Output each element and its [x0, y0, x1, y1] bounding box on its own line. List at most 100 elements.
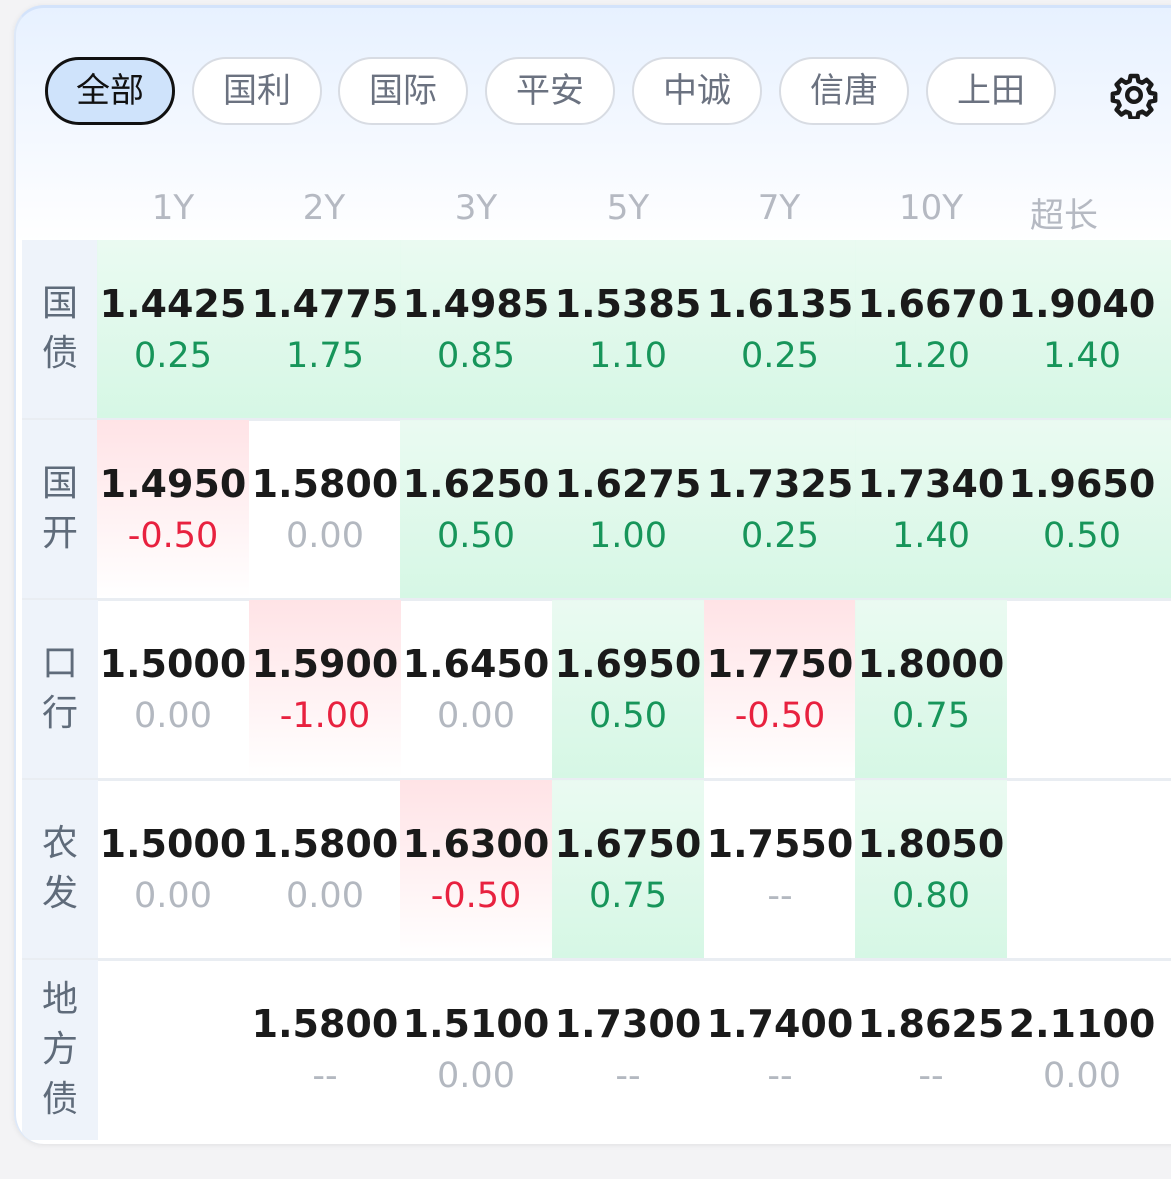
row-label: 国债 — [22, 240, 98, 418]
yield-cell[interactable]: 1.5800 0.00 — [249, 420, 401, 598]
yield-cell[interactable]: 1.7340 1.40 — [855, 420, 1007, 598]
yield-value: 1.5100 — [402, 1002, 550, 1046]
col-header-5Y: 5Y — [606, 188, 650, 228]
change-value: -0.50 — [127, 516, 219, 556]
row-label-char: 地 — [41, 979, 78, 1020]
change-value: 0.75 — [892, 696, 970, 736]
row-label-char: 开 — [41, 513, 78, 554]
yield-cell[interactable]: 1.8625 -- — [855, 960, 1007, 1138]
yield-cell[interactable]: 1.8050 0.80 — [855, 780, 1007, 958]
tab-6[interactable]: 上田 — [926, 57, 1056, 125]
change-value: 0.75 — [589, 876, 667, 916]
change-value: -- — [312, 1056, 338, 1096]
yield-value: 1.9650 — [1008, 462, 1156, 506]
yield-value: 1.4425 — [99, 282, 247, 326]
yield-cell[interactable]: 1.8000 0.75 — [855, 600, 1007, 778]
yield-cell[interactable]: 1.7325 0.25 — [704, 420, 856, 598]
yield-value: 1.6275 — [554, 462, 702, 506]
yield-cell[interactable]: 1.6950 0.50 — [552, 600, 704, 778]
yield-value: 1.5800 — [251, 1002, 399, 1046]
yield-cell[interactable]: 1.5000 0.00 — [97, 600, 249, 778]
bond-yield-card: 全部 国利 国际 平安 中诚 信唐 上田 1Y 2Y 3Y 5Y 7Y 10Y 超长 国债 1.4425 0… — [14, 5, 1171, 1144]
yield-value: 1.6750 — [554, 822, 702, 866]
yield-value: 1.7750 — [706, 642, 854, 686]
yield-cell[interactable]: 1.5385 1.10 — [552, 240, 704, 418]
tab-3[interactable]: 平安 — [485, 57, 615, 125]
row-label: 国开 — [22, 420, 98, 598]
yield-value: 1.7300 — [554, 1002, 702, 1046]
yield-cell[interactable]: 1.6450 0.00 — [400, 600, 552, 778]
tab-2[interactable]: 国际 — [338, 57, 468, 125]
change-value: 0.00 — [134, 876, 212, 916]
yield-cell[interactable]: 1.5100 0.00 — [400, 960, 552, 1138]
yield-value: 1.6135 — [706, 282, 854, 326]
yield-value: 1.5900 — [251, 642, 399, 686]
row-label-char: 国 — [41, 463, 78, 504]
yield-cell[interactable]: 1.9650 0.50 — [1007, 420, 1171, 598]
yield-cell[interactable]: 1.6135 0.25 — [704, 240, 856, 418]
change-value: -- — [918, 1056, 944, 1096]
yield-cell[interactable]: 1.7750 -0.50 — [704, 600, 856, 778]
yield-cell[interactable]: 1.4425 0.25 — [97, 240, 249, 418]
change-value: -0.50 — [430, 876, 522, 916]
yield-value: 1.6670 — [857, 282, 1005, 326]
yield-value: 1.8625 — [857, 1002, 1005, 1046]
change-value: 1.10 — [589, 336, 667, 376]
yield-value: 2.1100 — [1008, 1002, 1156, 1046]
yield-cell[interactable]: 1.6670 1.20 — [855, 240, 1007, 418]
yield-cell[interactable]: 1.7550 -- — [704, 780, 856, 958]
yield-cell[interactable]: 1.4775 1.75 — [249, 240, 401, 418]
row-label: 农发 — [22, 780, 98, 958]
change-value: 1.75 — [286, 336, 364, 376]
change-value: -1.00 — [279, 696, 371, 736]
yield-value: 1.4950 — [99, 462, 247, 506]
yield-cell — [1007, 780, 1171, 958]
tab-5[interactable]: 信唐 — [779, 57, 909, 125]
yield-value: 1.7550 — [706, 822, 854, 866]
change-value: 1.40 — [1043, 336, 1121, 376]
change-value: 0.00 — [1043, 1056, 1121, 1096]
tab-1[interactable]: 国利 — [192, 57, 322, 125]
row-label: 口行 — [22, 600, 98, 778]
change-value: 0.80 — [892, 876, 970, 916]
col-header-1Y: 1Y — [151, 188, 195, 228]
yield-value: 1.5000 — [99, 642, 247, 686]
tab-4[interactable]: 中诚 — [632, 57, 762, 125]
yield-value: 1.5800 — [251, 462, 399, 506]
yield-value: 1.7400 — [706, 1002, 854, 1046]
yield-value: 1.5000 — [99, 822, 247, 866]
yield-cell[interactable]: 1.6750 0.75 — [552, 780, 704, 958]
yield-value: 1.4775 — [251, 282, 399, 326]
yield-value: 1.8050 — [857, 822, 1005, 866]
yield-value: 1.6450 — [402, 642, 550, 686]
yield-cell[interactable]: 1.5800 0.00 — [249, 780, 401, 958]
yield-cell[interactable]: 1.6300 -0.50 — [400, 780, 552, 958]
yield-cell[interactable]: 1.5900 -1.00 — [249, 600, 401, 778]
change-value: 0.00 — [437, 1056, 515, 1096]
yield-cell[interactable]: 1.6250 0.50 — [400, 420, 552, 598]
row-label-char: 债 — [41, 333, 78, 374]
yield-cell[interactable]: 1.5000 0.00 — [97, 780, 249, 958]
change-value: 1.40 — [892, 516, 970, 556]
change-value: 1.20 — [892, 336, 970, 376]
yield-cell[interactable]: 2.1100 0.00 — [1007, 960, 1171, 1138]
yield-cell[interactable]: 1.6275 1.00 — [552, 420, 704, 598]
gear-icon[interactable] — [1110, 71, 1158, 121]
row-label-char: 口 — [41, 643, 78, 684]
row-label-char: 发 — [41, 873, 78, 914]
yield-cell[interactable]: 1.4950 -0.50 — [97, 420, 249, 598]
change-value: 1.00 — [589, 516, 667, 556]
yield-cell[interactable]: 1.4985 0.85 — [400, 240, 552, 418]
yield-cell[interactable]: 1.7300 -- — [552, 960, 704, 1138]
yield-cell[interactable]: 1.5800 -- — [249, 960, 401, 1138]
tab-0[interactable]: 全部 — [45, 57, 175, 125]
yield-cell[interactable]: 1.9040 1.40 — [1007, 240, 1171, 418]
change-value: 0.00 — [437, 696, 515, 736]
change-value: 0.00 — [134, 696, 212, 736]
yield-value: 1.7340 — [857, 462, 1005, 506]
yield-cell[interactable]: 1.7400 -- — [704, 960, 856, 1138]
col-header-3Y: 3Y — [454, 188, 498, 228]
change-value: -- — [615, 1056, 641, 1096]
change-value: 0.00 — [286, 516, 364, 556]
yield-value: 1.6300 — [402, 822, 550, 866]
